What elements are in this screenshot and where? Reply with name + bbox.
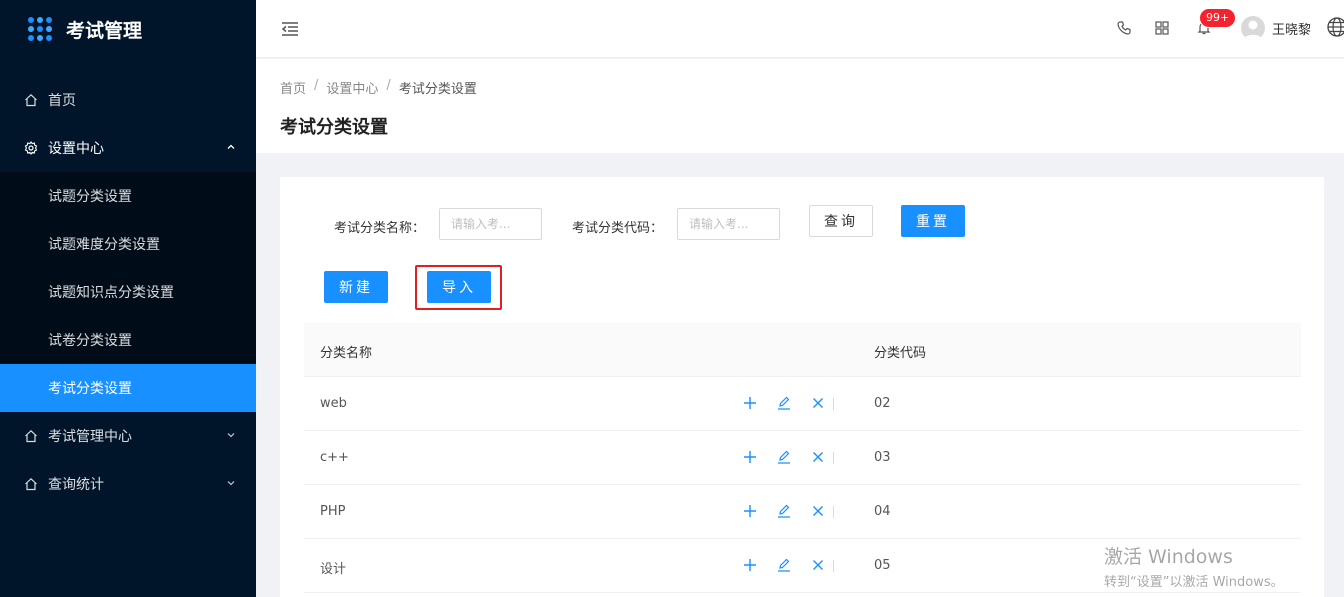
delete-icon[interactable] — [811, 558, 825, 572]
phone-icon[interactable] — [1116, 20, 1132, 36]
query-button[interactable]: 查询 — [809, 205, 873, 237]
sidebar-item-label: 试题知识点分类设置 — [48, 285, 174, 301]
breadcrumb-settings[interactable]: 设置中心 — [326, 78, 378, 97]
delete-icon[interactable] — [811, 504, 825, 518]
sidebar-item-label: 试题难度分类设置 — [48, 237, 160, 253]
query-button-label: 查询 — [824, 214, 858, 230]
sidebar-item-label: 试卷分类设置 — [48, 333, 132, 349]
sidebar-subitem-paper-category[interactable]: 试卷分类设置 — [0, 316, 256, 364]
sidebar: 考试管理 首页 设置中心 试题分类设置 试题难度分类设置 试题知识点分类设置 试… — [0, 0, 256, 597]
user-icon — [1244, 20, 1262, 40]
globe-icon[interactable] — [1326, 16, 1344, 38]
action-divider — [833, 560, 834, 572]
delete-icon[interactable] — [811, 450, 825, 464]
avatar[interactable] — [1241, 16, 1265, 40]
sidebar-item-exam-management[interactable]: 考试管理中心 — [0, 412, 256, 460]
category-code-input[interactable] — [677, 208, 780, 240]
home-icon — [25, 477, 37, 491]
gear-icon — [24, 141, 38, 155]
table-header: 分类名称 分类代码 — [304, 323, 1301, 377]
sidebar-item-query-stats[interactable]: 查询统计 — [0, 460, 256, 508]
chevron-down-icon — [227, 433, 235, 438]
breadcrumb-current: 考试分类设置 — [398, 82, 477, 97]
sidebar-item-label: 考试分类设置 — [48, 381, 132, 397]
row-name: 设计 — [320, 562, 347, 577]
new-button-label: 新建 — [339, 280, 373, 296]
action-divider — [833, 506, 834, 518]
home-icon — [25, 93, 37, 107]
table-row: web 02 — [304, 377, 1301, 431]
category-code-label: 考试分类代码： — [572, 221, 664, 236]
sidebar-subitem-knowledge-category[interactable]: 试题知识点分类设置 — [0, 268, 256, 316]
row-code: 03 — [874, 450, 891, 465]
breadcrumb-separator: / — [314, 78, 319, 93]
action-divider — [833, 452, 834, 464]
sidebar-subitem-difficulty-category[interactable]: 试题难度分类设置 — [0, 220, 256, 268]
sidebar-item-label: 首页 — [48, 93, 76, 109]
app-title: 考试管理 — [66, 19, 143, 42]
edit-icon[interactable] — [777, 504, 791, 518]
reset-button[interactable]: 重置 — [901, 205, 965, 237]
table-row: PHP 04 — [304, 485, 1301, 539]
sidebar-item-label: 考试管理中心 — [48, 429, 132, 445]
edit-icon[interactable] — [777, 396, 791, 410]
row-code: 02 — [874, 396, 891, 411]
home-icon — [25, 429, 37, 443]
content-card: 考试分类名称： 考试分类代码： 查询 重置 新建 导入 分类名称 分类代码 we… — [280, 177, 1324, 597]
breadcrumb-home[interactable]: 首页 — [280, 78, 306, 97]
sidebar-item-label: 试题分类设置 — [48, 189, 132, 205]
category-name-label: 考试分类名称： — [334, 221, 426, 236]
sidebar-item-settings[interactable]: 设置中心 — [0, 124, 256, 172]
add-icon[interactable] — [743, 450, 757, 464]
add-icon[interactable] — [743, 558, 757, 572]
logo[interactable]: 考试管理 — [0, 0, 256, 58]
top-header: 99+ 王晓黎 — [256, 0, 1344, 58]
windows-activation-watermark: 激活 Windows 转到“设置”以激活 Windows。 — [1104, 542, 1284, 590]
sidebar-subitem-question-category[interactable]: 试题分类设置 — [0, 172, 256, 220]
column-header-name: 分类名称 — [320, 346, 373, 361]
breadcrumb: 首页 / 设置中心 / 考试分类设置 — [280, 78, 477, 97]
app-grid-icon — [28, 17, 52, 41]
category-name-input[interactable] — [439, 208, 542, 240]
apps-grid-icon[interactable] — [1154, 20, 1170, 36]
sidebar-item-home[interactable]: 首页 — [0, 76, 256, 124]
add-icon[interactable] — [743, 504, 757, 518]
row-name: web — [320, 396, 347, 411]
add-icon[interactable] — [743, 396, 757, 410]
column-header-code: 分类代码 — [874, 346, 927, 361]
row-name: c++ — [320, 450, 349, 465]
sidebar-item-label: 查询统计 — [48, 477, 104, 493]
menu-fold-icon[interactable] — [280, 19, 300, 39]
import-highlight-box — [415, 265, 502, 310]
table-row: c++ 03 — [304, 431, 1301, 485]
side-menu: 首页 设置中心 试题分类设置 试题难度分类设置 试题知识点分类设置 试卷分类设置… — [0, 76, 256, 508]
breadcrumb-separator: / — [386, 78, 391, 93]
new-button[interactable]: 新建 — [324, 271, 388, 303]
sidebar-subitem-exam-category[interactable]: 考试分类设置 — [0, 364, 256, 412]
edit-icon[interactable] — [777, 558, 791, 572]
action-divider — [833, 398, 834, 410]
settings-submenu: 试题分类设置 试题难度分类设置 试题知识点分类设置 试卷分类设置 考试分类设置 — [0, 172, 256, 412]
page-title: 考试分类设置 — [280, 117, 388, 138]
reset-button-label: 重置 — [916, 214, 950, 230]
sidebar-item-label: 设置中心 — [48, 141, 104, 157]
page-header: 首页 / 设置中心 / 考试分类设置 考试分类设置 — [256, 59, 1344, 153]
row-code: 05 — [874, 558, 891, 573]
username[interactable]: 王晓黎 — [1272, 19, 1311, 38]
row-name: PHP — [320, 504, 346, 519]
watermark-line1: 激活 Windows — [1104, 546, 1233, 568]
watermark-line2: 转到“设置”以激活 Windows。 — [1104, 575, 1284, 590]
edit-icon[interactable] — [777, 450, 791, 464]
notification-badge: 99+ — [1199, 8, 1237, 28]
chevron-up-icon — [227, 144, 235, 149]
chevron-down-icon — [227, 481, 235, 486]
row-code: 04 — [874, 504, 891, 519]
delete-icon[interactable] — [811, 396, 825, 410]
